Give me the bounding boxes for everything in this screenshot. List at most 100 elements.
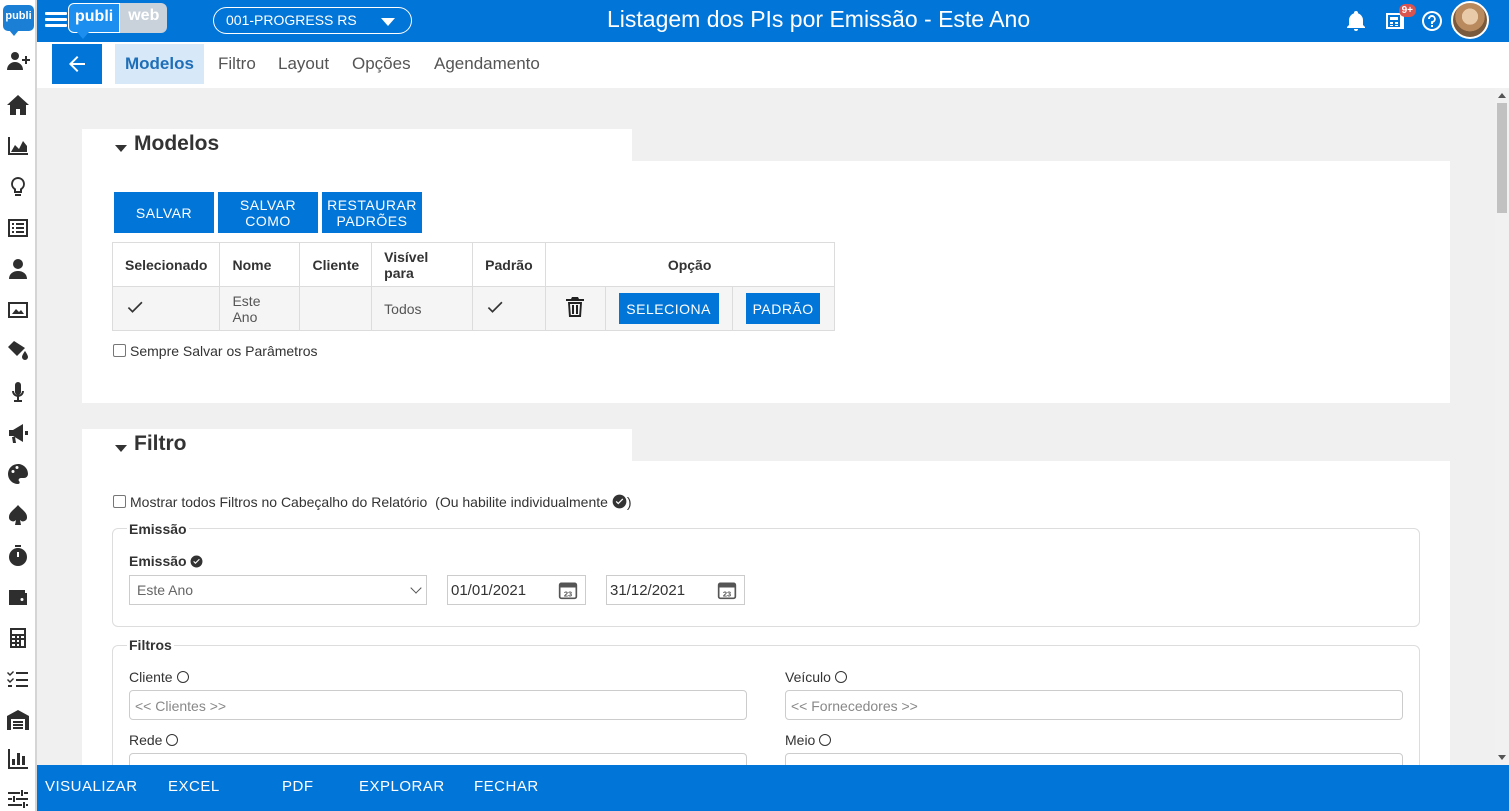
- restore-defaults-button[interactable]: RESTAURAR PADRÕES: [322, 192, 422, 233]
- sliders-icon[interactable]: [3, 786, 33, 811]
- cliente-label-text: Cliente: [129, 669, 173, 685]
- collapse-caret-icon: [115, 445, 127, 452]
- vertical-scrollbar[interactable]: [1495, 88, 1509, 765]
- row-name: Este Ano: [219, 286, 301, 331]
- veiculo-label-text: Veículo: [785, 669, 831, 685]
- check-circle-icon: [191, 555, 203, 568]
- meio-input[interactable]: [785, 753, 1403, 765]
- arrow-left-icon: [69, 56, 85, 72]
- tab-agendamento[interactable]: Agendamento: [424, 44, 550, 84]
- rede-header-toggle[interactable]: [166, 734, 179, 746]
- tab-modelos[interactable]: Modelos: [115, 44, 204, 84]
- emissao-legend: Emissão: [127, 521, 189, 537]
- cliente-header-toggle[interactable]: [176, 671, 189, 683]
- checklist-icon[interactable]: [3, 666, 33, 692]
- fechar-button[interactable]: FECHAR: [474, 765, 539, 811]
- date-to-input[interactable]: 31/12/2021 23: [606, 575, 745, 605]
- models-table: Selecionado Nome Cliente Visível para Pa…: [111, 242, 835, 331]
- chevron-down-icon: [410, 582, 422, 594]
- row-client: [299, 286, 373, 331]
- show-all-filters-option[interactable]: Mostrar todos Filtros no Cabeçalho do Re…: [113, 494, 631, 510]
- megaphone-icon[interactable]: [3, 420, 33, 446]
- user-avatar[interactable]: [1451, 1, 1489, 39]
- rede-label: Rede: [129, 732, 179, 748]
- filtro-panel: Mostrar todos Filtros no Cabeçalho do Re…: [82, 461, 1450, 765]
- modelos-panel: SALVAR SALVAR COMO RESTAURAR PADRÕES Sel…: [82, 161, 1450, 403]
- cliente-input[interactable]: << Clientes >>: [129, 690, 747, 720]
- filtros-legend: Filtros: [127, 637, 174, 653]
- filtro-header[interactable]: Filtro: [82, 429, 632, 461]
- spade-icon[interactable]: [3, 502, 33, 528]
- veiculo-input[interactable]: << Fornecedores >>: [785, 690, 1403, 720]
- brand-right: web: [120, 3, 168, 33]
- brand-left: publi: [68, 3, 121, 39]
- meio-label: Meio: [785, 732, 832, 748]
- media-icon[interactable]: [3, 297, 33, 323]
- trash-icon[interactable]: [563, 295, 587, 319]
- bar-chart-icon[interactable]: [3, 746, 33, 772]
- home-icon[interactable]: [3, 92, 33, 118]
- calendar-icon[interactable]: 23: [558, 580, 578, 600]
- left-sidebar: publi: [0, 0, 37, 811]
- set-default-button[interactable]: PADRÃO: [746, 293, 821, 324]
- always-save-checkbox[interactable]: [113, 344, 126, 357]
- bell-icon[interactable]: [1344, 9, 1368, 33]
- paint-bucket-icon[interactable]: [3, 338, 33, 364]
- always-save-option[interactable]: Sempre Salvar os Parâmetros: [113, 343, 318, 359]
- table-header-row: Selecionado Nome Cliente Visível para Pa…: [111, 242, 835, 287]
- news-icon[interactable]: 9+: [1383, 4, 1416, 33]
- wallet-icon[interactable]: [3, 584, 33, 610]
- date-from-value: 01/01/2021: [451, 582, 527, 599]
- show-all-filters-checkbox[interactable]: [113, 495, 126, 508]
- company-select[interactable]: 001-PROGRESS RS: [213, 7, 412, 34]
- save-as-button[interactable]: SALVAR COMO: [218, 192, 318, 233]
- menu-icon[interactable]: [45, 9, 67, 31]
- calendar-icon[interactable]: 23: [717, 580, 737, 600]
- back-button[interactable]: [52, 44, 102, 84]
- veiculo-header-toggle[interactable]: [834, 671, 847, 683]
- add-user-icon[interactable]: [3, 48, 33, 74]
- lightbulb-icon[interactable]: [3, 174, 33, 200]
- select-model-button[interactable]: SELECIONA: [618, 293, 719, 324]
- microphone-icon[interactable]: [3, 379, 33, 405]
- pdf-button[interactable]: PDF: [282, 765, 314, 811]
- rede-input[interactable]: [129, 753, 747, 765]
- warehouse-icon[interactable]: [3, 707, 33, 733]
- collapse-caret-icon: [115, 145, 127, 152]
- meio-header-toggle[interactable]: [819, 734, 832, 746]
- scroll-up-icon[interactable]: [1498, 93, 1506, 98]
- top-bar: publi web 001-PROGRESS RS Listagem dos P…: [37, 0, 1509, 42]
- date-from-input[interactable]: 01/01/2021 23: [447, 575, 586, 605]
- save-button[interactable]: SALVAR: [114, 192, 214, 233]
- publi-logo[interactable]: publi: [3, 5, 34, 36]
- main-content: Modelos SALVAR SALVAR COMO RESTAURAR PAD…: [37, 88, 1495, 765]
- company-value: 001-PROGRESS RS: [226, 12, 357, 28]
- calculator-icon[interactable]: [3, 625, 33, 651]
- filtro-title: Filtro: [134, 432, 187, 455]
- check-circle-icon: [612, 494, 627, 509]
- meio-label-text: Meio: [785, 732, 816, 748]
- palette-icon[interactable]: [3, 461, 33, 487]
- tab-filtro[interactable]: Filtro: [208, 44, 266, 84]
- explorar-button[interactable]: EXPLORAR: [359, 765, 445, 811]
- list-icon[interactable]: [3, 215, 33, 241]
- tab-layout[interactable]: Layout: [268, 44, 339, 84]
- scroll-thumb[interactable]: [1497, 103, 1507, 213]
- excel-button[interactable]: EXCEL: [168, 765, 220, 811]
- help-icon[interactable]: [1420, 9, 1444, 33]
- user-icon[interactable]: [3, 256, 33, 282]
- calendar-day: 23: [723, 589, 731, 598]
- scroll-down-icon[interactable]: [1498, 755, 1506, 760]
- emissao-period-select[interactable]: Este Ano: [129, 575, 427, 605]
- stopwatch-icon[interactable]: [3, 543, 33, 569]
- area-chart-icon[interactable]: [3, 133, 33, 159]
- select-cell: SELECIONA: [604, 286, 733, 331]
- show-all-hint-end: ): [626, 494, 632, 510]
- publiweb-logo[interactable]: publi web: [68, 3, 168, 39]
- modelos-header[interactable]: Modelos: [82, 129, 632, 161]
- caret-down-icon: [381, 18, 395, 26]
- visualizar-button[interactable]: VISUALIZAR: [45, 765, 138, 811]
- table-row[interactable]: Este Ano Todos SELECIONA PADRÃO: [111, 286, 835, 331]
- period-value: Este Ano: [137, 582, 194, 598]
- tab-opcoes[interactable]: Opções: [342, 44, 421, 84]
